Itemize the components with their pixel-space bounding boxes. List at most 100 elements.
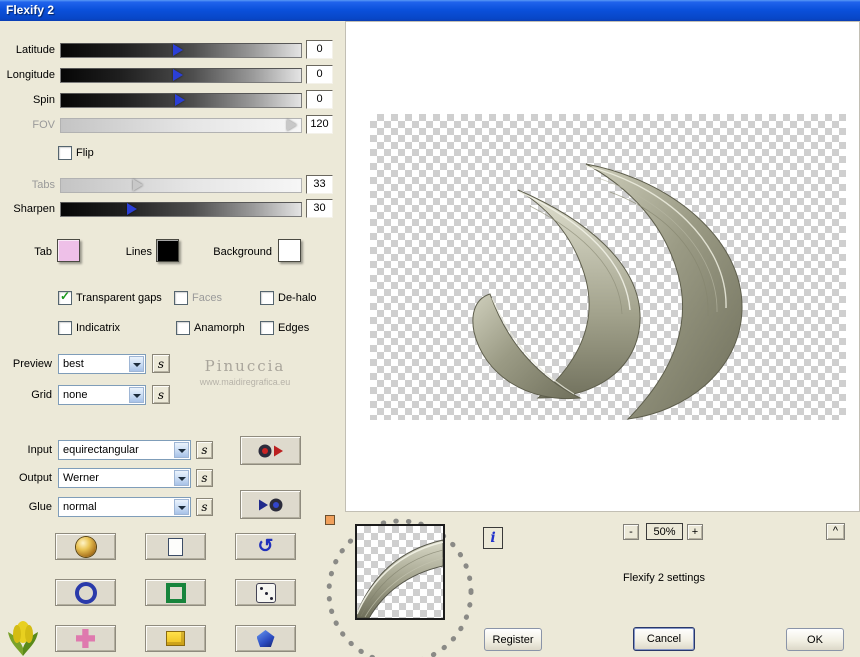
sharpen-slider-thumb[interactable] [127,203,137,215]
preview-dropdown-label: Preview [12,358,52,370]
grid-dropdown-label: Grid [31,389,52,401]
chevron-down-icon[interactable] [174,499,189,515]
spin-slider[interactable] [60,93,302,108]
indicatrix-checkbox[interactable] [58,321,72,335]
preview-seed-button[interactable]: s [152,354,170,373]
zoom-out-button[interactable]: - [623,524,639,540]
tabs-row: Tabs 33 [0,175,340,198]
cancel-button[interactable]: Cancel [633,627,695,651]
watermark-url: www.maidiregrafica.eu [199,377,291,387]
preview-dropdown-value: best [63,358,84,370]
sharpen-slider[interactable] [60,202,302,217]
chevron-down-icon[interactable] [174,470,189,486]
shell-icon [75,536,96,557]
green-square-icon [165,582,186,603]
sharpen-value[interactable]: 30 [306,199,333,218]
tabs-label: Tabs [31,179,55,191]
flip-checkbox[interactable] [58,146,72,160]
output-dropdown-value: Werner [63,472,99,484]
glue-dropdown[interactable]: normal [58,497,191,517]
undo-icon: ↺ [257,536,274,557]
preview-dropdown[interactable]: best [58,354,146,374]
window-title: Flexify 2 [6,3,55,17]
glue-seed-button[interactable]: s [196,498,213,516]
thumbnail-art [357,539,443,618]
grid-seed-button[interactable]: s [152,385,170,404]
tabs-value[interactable]: 33 [306,175,333,194]
latitude-slider-thumb[interactable] [173,44,183,56]
preview-pane [345,21,860,512]
shell-button[interactable] [55,533,116,560]
dice-icon [255,582,276,603]
zoom-in-button[interactable]: + [687,524,703,540]
watermark-name: Pinuccia [204,357,286,375]
title-bar[interactable]: Flexify 2 [0,0,860,21]
render-back-button[interactable] [240,490,301,519]
latitude-row: Latitude 0 [0,40,340,63]
longitude-slider-thumb[interactable] [173,69,183,81]
longitude-row: Longitude 0 [0,65,340,88]
input-dropdown-value: equirectangular [63,444,139,456]
play-sphere-icon [258,498,282,511]
yellow-box-icon [166,631,185,646]
pink-cross-icon [76,629,95,648]
tab-color-swatch[interactable] [57,239,80,262]
info-button[interactable]: i [483,527,503,549]
pink-cross-button[interactable] [55,625,116,652]
background-color-swatch[interactable] [278,239,301,262]
longitude-slider[interactable] [60,68,302,83]
longitude-value[interactable]: 0 [306,65,333,84]
chevron-down-icon[interactable] [129,356,144,372]
latitude-slider[interactable] [60,43,302,58]
tabs-slider [60,178,302,193]
spin-slider-thumb[interactable] [175,94,185,106]
input-dropdown-label: Input [27,444,52,456]
flower-icon[interactable] [6,620,40,657]
anamorph-checkbox[interactable] [176,321,190,335]
latitude-label: Latitude [15,44,55,56]
edges-checkbox[interactable] [260,321,274,335]
register-button[interactable]: Register [484,628,542,651]
dice-button[interactable] [235,579,296,606]
fov-slider-thumb [287,119,297,131]
faces-label: Faces [192,292,222,304]
lines-color-swatch[interactable] [156,239,179,262]
output-dropdown[interactable]: Werner [58,468,191,488]
flexify-dialog: Flexify 2 Latitude 0 Longitude 0 Spin 0 … [0,0,860,657]
undo-button[interactable]: ↺ [235,533,296,560]
zoom-level[interactable]: 50% [646,523,683,540]
green-square-button[interactable] [145,579,206,606]
latitude-value[interactable]: 0 [306,40,333,59]
input-seed-button[interactable]: s [196,441,213,459]
spin-value[interactable]: 0 [306,90,333,109]
grid-dropdown[interactable]: none [58,385,146,405]
fov-label: FOV [32,119,55,131]
fov-value[interactable]: 120 [306,115,333,134]
yellow-box-button[interactable] [145,625,206,652]
collapse-button[interactable]: ^ [826,523,845,540]
tabs-slider-thumb [133,179,143,191]
frame-dial-handle[interactable] [325,515,335,525]
chevron-down-icon[interactable] [174,442,189,458]
ring-icon [74,581,97,604]
glue-dropdown-value: normal [63,501,97,513]
sharpen-label: Sharpen [13,203,55,215]
copy-settings-button[interactable] [145,533,206,560]
glue-dropdown-label: Glue [28,501,52,513]
anamorph-label: Anamorph [194,322,245,334]
ok-button[interactable]: OK [786,628,844,651]
output-seed-button[interactable]: s [196,469,213,487]
de-halo-label: De-halo [278,292,317,304]
flip-label: Flip [76,147,94,159]
input-dropdown[interactable]: equirectangular [58,440,191,460]
blue-pentagon-icon [256,630,275,647]
chevron-down-icon[interactable] [129,387,144,403]
thumbnail-preview[interactable] [355,524,445,620]
blue-pentagon-button[interactable] [235,625,296,652]
transparent-gaps-label: Transparent gaps [76,292,162,304]
render-forward-button[interactable] [240,436,301,465]
ring-button[interactable] [55,579,116,606]
settings-caption: Flexify 2 settings [623,572,705,584]
transparent-gaps-checkbox[interactable] [58,289,72,305]
de-halo-checkbox[interactable] [260,291,274,305]
